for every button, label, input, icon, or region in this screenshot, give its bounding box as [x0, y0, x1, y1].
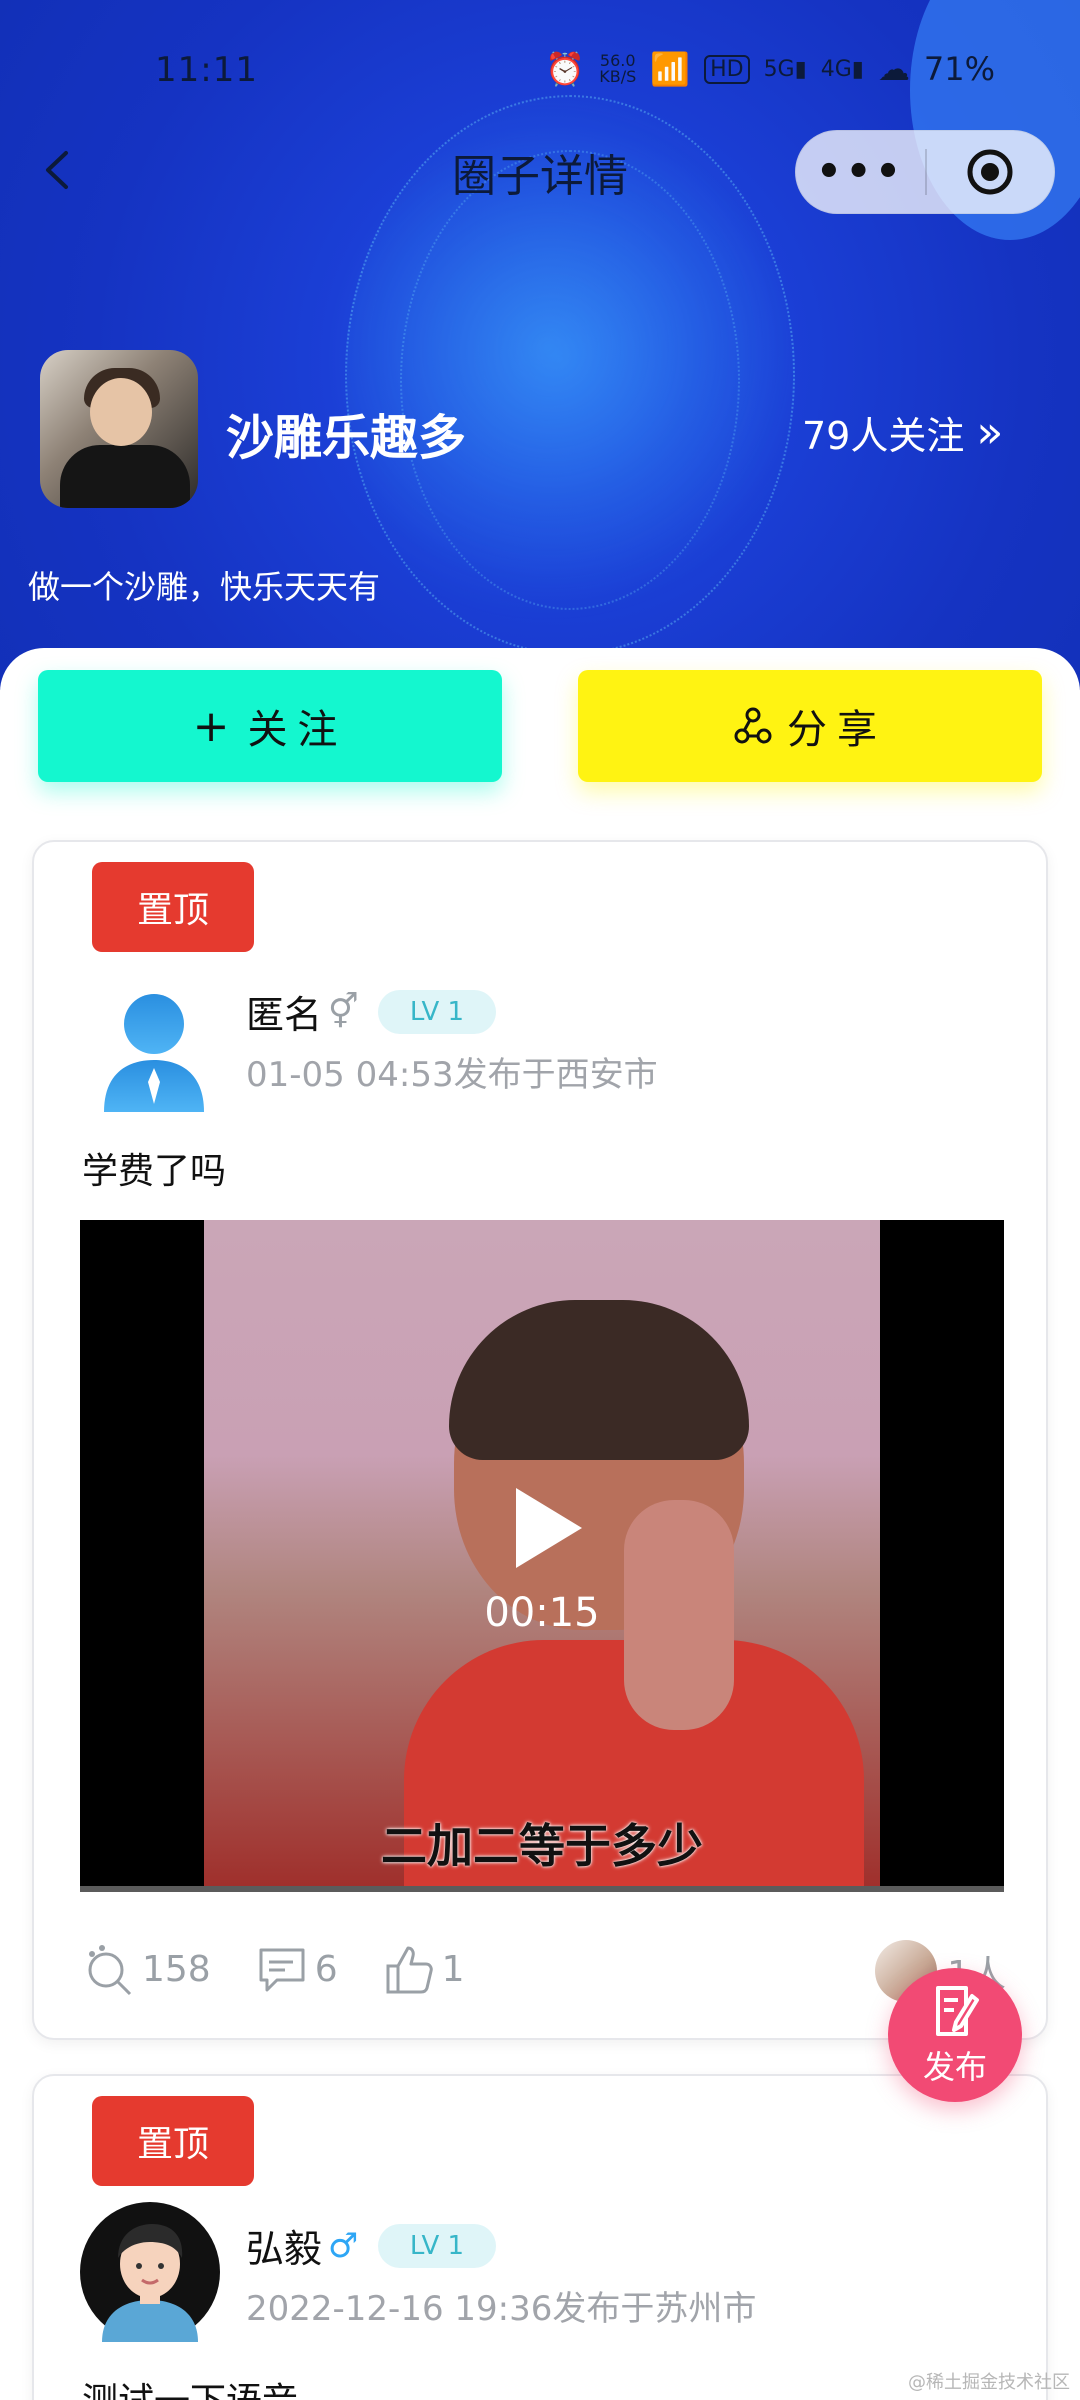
post-card[interactable]: 置顶 匿名 ⚥ LV 1 01-05 04:53发布于西安市 学费了吗 二加二等…	[32, 840, 1048, 2040]
edit-note-icon	[936, 1986, 979, 2036]
video-figure-hair	[449, 1300, 749, 1460]
comment-button[interactable]: 6	[255, 1942, 338, 1996]
share-icon	[734, 707, 772, 744]
status-icons: ⏰ 56.0 KB/S 📶 HD 5G▮ 4G▮ ☁ 71%	[545, 50, 995, 88]
watermark: @稀土掘金技术社区	[908, 2372, 1070, 2393]
post-text: 学费了吗	[82, 1151, 227, 1192]
comment-icon	[259, 1948, 305, 1992]
post-text: 测试一下语音	[82, 2372, 298, 2400]
target-icon	[967, 149, 1013, 195]
pinned-badge: 置顶	[92, 2096, 254, 2186]
post-actions: 158 6 1	[82, 1942, 465, 1996]
level-badge: LV 1	[378, 990, 496, 1034]
battery-level: 71%	[923, 50, 995, 88]
author-avatar[interactable]	[74, 972, 224, 1122]
video-progress-bar[interactable]	[80, 1886, 1004, 1892]
publish-label: 发布	[922, 2048, 987, 2086]
net-speed: 56.0 KB/S	[599, 53, 636, 85]
circle-name: 沙雕乐趣多	[226, 410, 467, 466]
play-icon	[516, 1488, 582, 1568]
hd-badge: HD	[704, 54, 750, 84]
likes-count: 1	[441, 1948, 465, 1990]
signal-5g-label: 5G	[763, 56, 795, 82]
views-icon	[88, 1945, 132, 1996]
globe-graphic-inner	[400, 150, 740, 610]
followers-count: 79人关注	[802, 414, 965, 458]
main-content: + 关注 分享 置顶 匿名 ⚥ LV 1 01-05 04:53发布于西安市 学…	[0, 648, 1080, 2400]
follow-button[interactable]: + 关注	[38, 670, 502, 782]
author-name[interactable]: 弘毅	[246, 2218, 322, 2273]
video-subtitle: 二加二等于多少	[381, 1819, 703, 1873]
post-meta: 2022-12-16 19:36发布于苏州市	[246, 2289, 757, 2329]
close-miniapp-button[interactable]	[927, 147, 1054, 197]
share-button[interactable]: 分享	[578, 670, 1042, 782]
pinned-badge: 置顶	[92, 862, 254, 952]
signal-5g: 5G▮	[763, 56, 807, 82]
post-card[interactable]: 置顶 弘毅 ♂ LV 1 2022-12-16 19:36发布于苏州市 测试一下…	[32, 2074, 1048, 2400]
plus-icon: +	[192, 700, 230, 752]
play-button[interactable]	[512, 1486, 584, 1570]
wifi-icon: 📶	[650, 50, 691, 88]
publish-button[interactable]: 发布	[888, 1968, 1022, 2102]
circle-description: 做一个沙雕，快乐天天有	[28, 568, 381, 606]
avatar-suit	[60, 445, 190, 508]
user-avatar-icon	[80, 2202, 220, 2342]
status-bar: 11:11 ⏰ 56.0 KB/S 📶 HD 5G▮ 4G▮ ☁ 71%	[0, 0, 1080, 140]
author-name-row: 弘毅 ♂	[246, 2218, 359, 2273]
status-time: 11:11	[155, 50, 258, 90]
net-speed-unit: KB/S	[599, 67, 637, 86]
share-label: 分享	[787, 707, 887, 753]
author-avatar[interactable]	[80, 2202, 220, 2342]
signal-4g-label: 4G	[820, 56, 852, 82]
miniapp-capsule: •••	[795, 130, 1055, 214]
signal-4g: 4G▮	[820, 56, 864, 82]
followers-link[interactable]: 79人关注 »	[802, 405, 1003, 460]
post-meta: 01-05 04:53发布于西安市	[246, 1055, 658, 1095]
gender-icon: ♂	[328, 2225, 359, 2266]
video-duration: 00:15	[484, 1590, 600, 1636]
author-name[interactable]: 匿名	[246, 984, 322, 1039]
circle-avatar	[40, 350, 198, 508]
views-count: 158	[142, 1948, 211, 1990]
like-button[interactable]: 1	[382, 1942, 465, 1996]
cloud-icon: ☁	[877, 50, 910, 88]
alarm-icon: ⏰	[545, 50, 586, 88]
gender-icon: ⚥	[328, 991, 359, 1032]
comments-count: 6	[314, 1948, 338, 1990]
circle-header: 11:11 ⏰ 56.0 KB/S 📶 HD 5G▮ 4G▮ ☁ 71% 圈子详…	[0, 0, 1080, 690]
avatar-face	[90, 378, 152, 446]
follow-label: 关注	[247, 707, 348, 753]
author-name-row: 匿名 ⚥	[246, 984, 359, 1039]
more-button[interactable]: •••	[796, 149, 925, 195]
thumbs-up-icon	[386, 1946, 433, 1994]
views-stat: 158	[82, 1942, 211, 1996]
anonymous-user-icon	[104, 994, 204, 1112]
double-chevron-right-icon: »	[976, 407, 1004, 458]
video-player[interactable]: 二加二等于多少 00:15	[80, 1220, 1004, 1892]
level-badge: LV 1	[378, 2224, 496, 2268]
